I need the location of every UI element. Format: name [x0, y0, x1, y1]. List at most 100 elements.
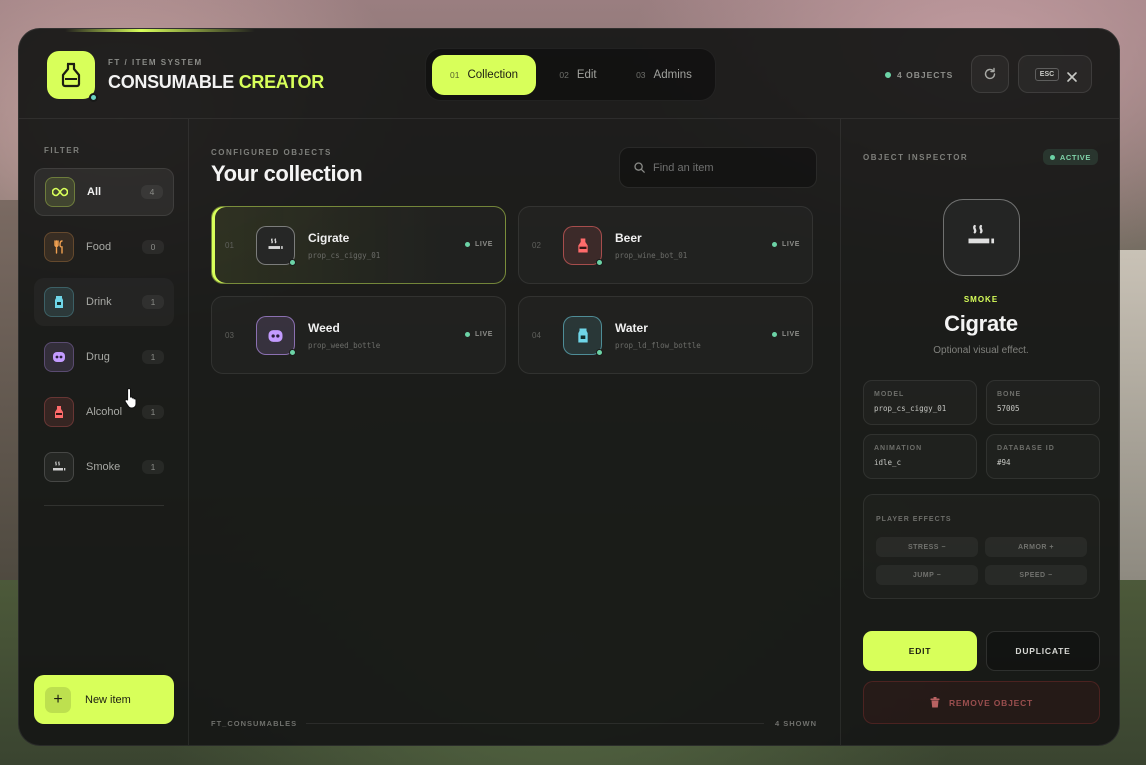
duplicate-button[interactable]: DUPLICATE [986, 631, 1100, 671]
refresh-button[interactable] [971, 55, 1009, 93]
effect-armor[interactable]: ARMOR + [985, 537, 1087, 557]
property-database-id[interactable]: DATABASE ID #94 [986, 434, 1100, 479]
live-label: LIVE [782, 331, 800, 338]
property-value: #94 [997, 458, 1011, 467]
item-card-beer[interactable]: 02 Beer prop_wine_bot_01 LIVE [518, 206, 813, 284]
esc-key-label: ESC [1034, 67, 1060, 81]
plus-icon: + [45, 686, 71, 713]
remove-object-button[interactable]: REMOVE OBJECT [863, 681, 1100, 724]
cutlery-icon [44, 232, 74, 262]
item-name: Beer [615, 231, 642, 245]
live-dot [1049, 154, 1055, 160]
header: FT / ITEM SYSTEM CONSUMABLE CREATOR 01 C… [19, 29, 1119, 119]
tab-number: 03 [636, 70, 646, 80]
property-label: ANIMATION [874, 445, 923, 452]
item-description: Optional visual effect. [933, 345, 1029, 356]
live-dot [772, 332, 778, 337]
edit-button[interactable]: EDIT [863, 631, 977, 671]
tab-admins[interactable]: 03 Admins [620, 55, 708, 95]
title-main: CONSUMABLE [108, 72, 234, 92]
close-button[interactable]: ESC [1018, 55, 1092, 93]
property-animation[interactable]: ANIMATION idle_c [863, 434, 977, 479]
tab-collection[interactable]: 01 Collection [432, 55, 536, 95]
effects-label: PLAYER EFFECTS [876, 516, 952, 523]
status-label: ACTIVE [1059, 152, 1091, 162]
player-effects-panel: PLAYER EFFECTS STRESS − ARMOR + JUMP − S… [863, 494, 1100, 599]
new-item-button[interactable]: + New item [34, 675, 174, 724]
search-icon [634, 162, 645, 173]
filter-sidebar: FILTER All 4 Food 0 Drink 1 Drug 1 Alcoh… [19, 119, 189, 745]
tab-label: Collection [467, 69, 518, 81]
effect-stress[interactable]: STRESS − [876, 537, 978, 557]
property-value: 57005 [997, 404, 1020, 413]
filter-label: Food [86, 241, 112, 253]
pill-icon [44, 342, 74, 372]
filter-label: Drug [86, 351, 110, 363]
live-dot [289, 349, 296, 356]
live-badge: LIVE [772, 331, 800, 338]
tab-edit[interactable]: 02 Edit [542, 55, 614, 95]
property-label: DATABASE ID [997, 445, 1055, 452]
status-badge: ACTIVE [1042, 149, 1098, 165]
item-name: Cigrate [944, 311, 1018, 336]
search-input[interactable] [653, 161, 803, 174]
new-item-label: New item [85, 693, 131, 706]
filter-count: 0 [142, 240, 164, 254]
item-model: prop_ld_flow_bottle [615, 341, 701, 350]
property-label: BONE [997, 391, 1022, 398]
property-value: prop_cs_ciggy_01 [874, 404, 947, 413]
effect-jump[interactable]: JUMP − [876, 565, 978, 585]
live-dot [465, 332, 471, 337]
title-accent: CREATOR [238, 72, 325, 92]
bottle-icon [44, 397, 74, 427]
tab-label: Admins [653, 69, 692, 81]
filter-item-alcohol[interactable]: Alcohol 1 [34, 388, 174, 436]
consumable-creator-window: FT / ITEM SYSTEM CONSUMABLE CREATOR 01 C… [18, 28, 1120, 746]
cup-icon [44, 287, 74, 317]
filter-label: Smoke [86, 461, 121, 473]
object-count: 4 OBJECTS [885, 70, 953, 80]
sidebar-divider [44, 505, 164, 506]
tab-number: 02 [559, 70, 569, 80]
mouse-cursor-icon [124, 387, 137, 409]
effect-speed[interactable]: SPEED − [985, 565, 1087, 585]
property-model[interactable]: MODEL prop_cs_ciggy_01 [863, 380, 977, 425]
app-title: CONSUMABLE CREATOR [108, 72, 324, 93]
live-label: LIVE [475, 331, 493, 338]
item-model: prop_wine_bot_01 [615, 251, 688, 260]
collection-footer-label: FT_CONSUMABLES [211, 719, 298, 728]
live-badge: LIVE [465, 331, 493, 338]
bottle-icon [61, 62, 81, 88]
item-card-weed[interactable]: 03 Weed prop_weed_bottle LIVE [211, 296, 506, 374]
object-inspector: OBJECT INSPECTOR ACTIVE SMOKE Cigrate Op… [840, 119, 1119, 745]
collection-main: CONFIGURED OBJECTS Your collection 01 Ci… [190, 119, 839, 745]
smoke-icon [44, 452, 74, 482]
smoke-icon [256, 226, 296, 266]
item-card-cigrate[interactable]: 01 Cigrate prop_cs_ciggy_01 LIVE [211, 206, 506, 284]
filter-item-food[interactable]: Food 0 [34, 223, 174, 271]
close-icon [1067, 72, 1077, 82]
filter-count: 1 [142, 460, 164, 474]
live-dot [596, 349, 603, 356]
infinity-icon [45, 177, 75, 207]
tab-bar: 01 Collection 02 Edit 03 Admins [425, 48, 716, 101]
item-card-water[interactable]: 04 Water prop_ld_flow_bottle LIVE [518, 296, 813, 374]
smoke-icon [943, 199, 1020, 276]
live-badge: LIVE [772, 241, 800, 248]
item-name: Cigrate [308, 231, 350, 245]
live-badge: LIVE [465, 241, 493, 248]
filter-item-all[interactable]: All 4 [34, 168, 174, 216]
remove-object-label: REMOVE OBJECT [948, 697, 1034, 708]
filter-item-smoke[interactable]: Smoke 1 [34, 443, 174, 491]
live-dot [772, 242, 778, 247]
item-name: Water [615, 321, 648, 335]
object-count-label: 4 OBJECTS [897, 70, 954, 80]
bottle-icon [563, 226, 603, 266]
status-dot [89, 93, 98, 102]
search-box[interactable] [619, 147, 817, 188]
item-number: 02 [532, 241, 541, 250]
filter-item-drink[interactable]: Drink 1 [34, 278, 174, 326]
property-bone[interactable]: BONE 57005 [986, 380, 1100, 425]
filter-count: 1 [142, 350, 164, 364]
filter-item-drug[interactable]: Drug 1 [34, 333, 174, 381]
